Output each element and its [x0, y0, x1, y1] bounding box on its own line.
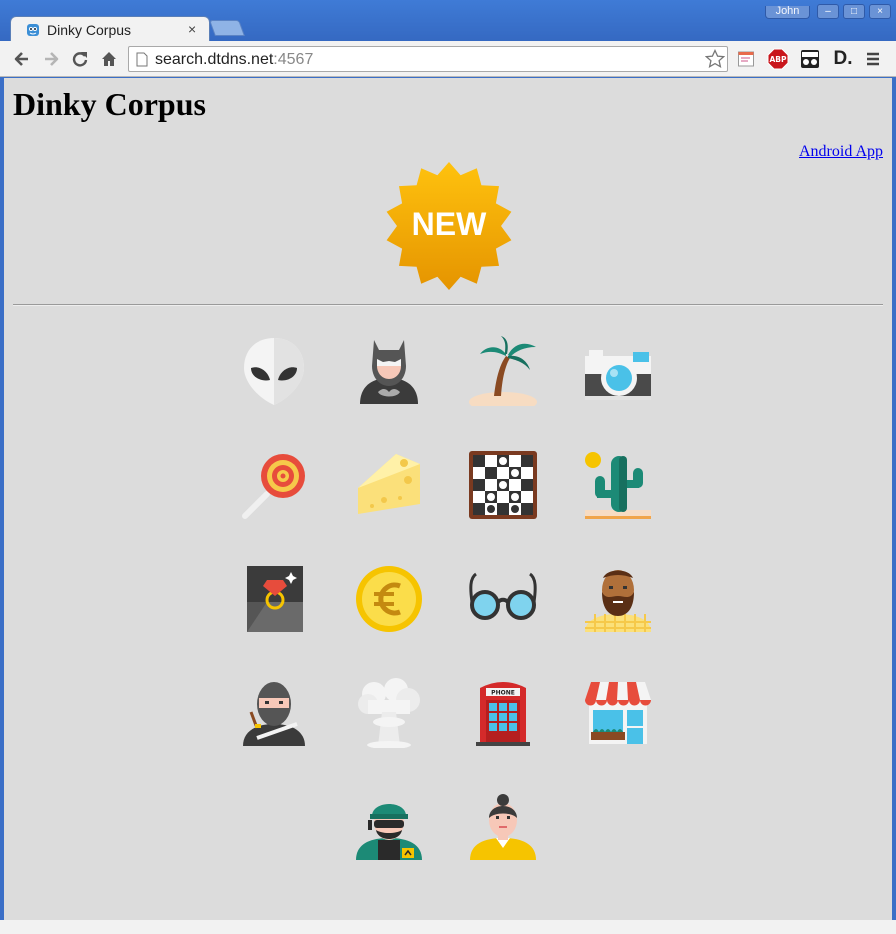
home-button[interactable] [98, 48, 120, 70]
new-badge-icon[interactable]: NEW [383, 160, 515, 292]
shop-icon[interactable] [583, 678, 653, 748]
phone-booth-label: PHONE [491, 690, 515, 697]
close-window-button[interactable]: × [869, 4, 891, 19]
extension-notes-button[interactable] [735, 48, 757, 70]
adblock-label: ABP [769, 55, 787, 64]
palm-island-icon[interactable] [468, 336, 538, 406]
extension-glasses-icon [801, 50, 819, 68]
back-button[interactable] [11, 48, 33, 70]
reload-icon [72, 52, 88, 67]
page-title: Dinky Corpus [13, 86, 206, 122]
home-icon [102, 52, 116, 66]
address-bar[interactable]: search.dtdns.net:4567 [128, 46, 728, 72]
adblock-button[interactable]: ABP [767, 48, 789, 70]
extension-notes-icon [738, 51, 754, 67]
menu-icon [867, 52, 879, 66]
new-badge-text: NEW [412, 206, 487, 242]
cheese-icon[interactable] [354, 450, 424, 520]
extension-glasses-button[interactable] [799, 48, 821, 70]
soldier-icon[interactable] [354, 792, 424, 862]
batman-icon[interactable] [354, 336, 424, 406]
page-icon [136, 52, 148, 67]
bearded-man-icon[interactable] [583, 564, 653, 634]
favicon-icon [27, 24, 39, 36]
adblock-icon: ABP [767, 48, 789, 70]
bookmark-star-icon[interactable] [705, 49, 725, 69]
android-app-link[interactable]: Android App [799, 143, 883, 161]
chrome-menu-button[interactable] [862, 48, 884, 70]
reload-button[interactable] [69, 48, 91, 70]
url-host: search.dtdns.net [155, 51, 274, 68]
browser-toolbar: search.dtdns.net:4567 ABP D. [0, 41, 896, 77]
new-tab-button[interactable] [209, 20, 245, 36]
alien-icon[interactable] [239, 336, 309, 406]
cactus-icon[interactable] [583, 450, 653, 520]
page-viewport: Dinky Corpus Android App NEW PHONE [4, 78, 892, 920]
back-icon [14, 52, 28, 66]
forward-icon [45, 52, 59, 66]
url-port: :4567 [273, 51, 314, 68]
euro-coin-icon[interactable] [354, 564, 424, 634]
minimize-button[interactable]: – [817, 4, 839, 19]
tab-title: Dinky Corpus [47, 22, 132, 38]
tab-dinky-corpus[interactable]: Dinky Corpus × [10, 16, 210, 42]
woman-icon[interactable] [468, 792, 538, 862]
mushroom-cloud-icon[interactable] [354, 678, 424, 748]
tab-close-icon[interactable]: × [188, 21, 196, 37]
tab-strip: Dinky Corpus × John – □ × [0, 0, 896, 42]
extension-d-button[interactable]: D. [832, 48, 854, 70]
checkerboard-icon[interactable] [468, 450, 538, 520]
forward-button[interactable] [40, 48, 62, 70]
phone-booth-icon[interactable]: PHONE [468, 678, 538, 748]
bottom-edge [0, 920, 896, 934]
divider [13, 304, 883, 306]
ring-box-icon[interactable] [239, 564, 309, 634]
profile-button[interactable]: John [765, 6, 810, 19]
lollipop-icon[interactable] [239, 450, 309, 520]
url-text: search.dtdns.net:4567 [155, 51, 313, 69]
camera-icon[interactable] [583, 336, 653, 406]
glasses-icon[interactable] [468, 564, 538, 634]
maximize-button[interactable]: □ [843, 4, 865, 19]
ninja-icon[interactable] [239, 678, 309, 748]
